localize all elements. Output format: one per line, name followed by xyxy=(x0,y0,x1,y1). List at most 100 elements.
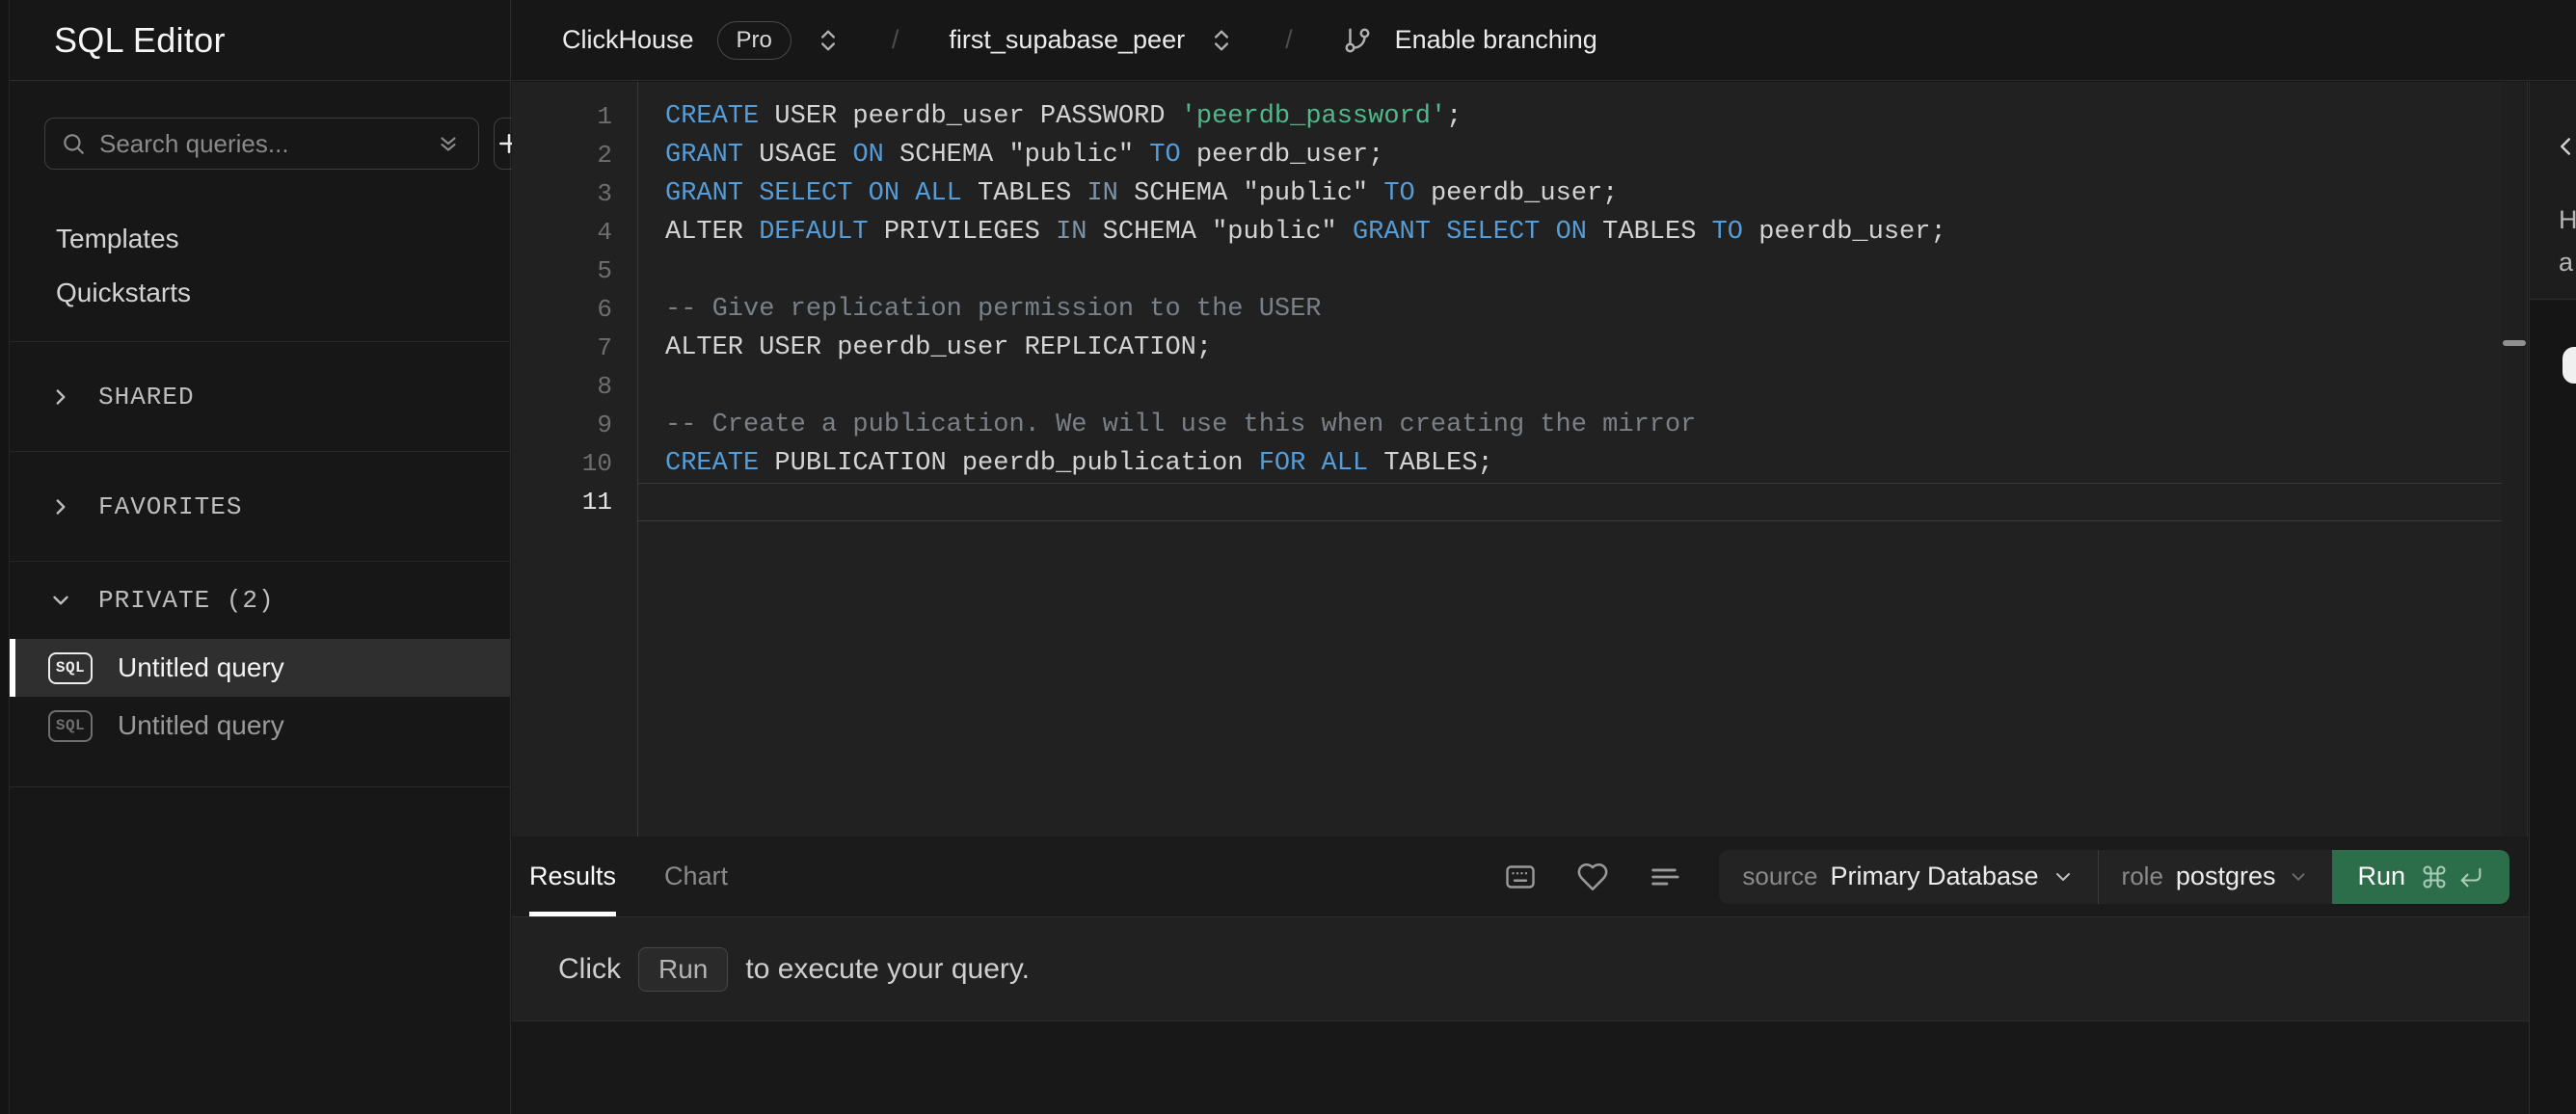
section-label: PRIVATE (2) xyxy=(98,586,275,615)
source-select[interactable]: source Primary Database xyxy=(1719,849,2098,904)
line-number: 4 xyxy=(597,218,612,247)
code-token: ON xyxy=(1555,218,1587,247)
query-list-item[interactable]: SQL Untitled query xyxy=(10,697,510,755)
role-label: role xyxy=(2121,862,2163,890)
run-keycap: Run xyxy=(638,946,729,992)
chevron-down-icon xyxy=(2288,866,2309,888)
sidebar-section: PRIVATE (2) SQL Untitled query SQL Untitled … xyxy=(10,561,510,787)
connection-name[interactable]: first_supabase_peer xyxy=(949,25,1185,55)
code-token: GRANT xyxy=(665,179,744,208)
chevron-left-icon[interactable] xyxy=(2551,132,2576,161)
favorite-heart-icon[interactable] xyxy=(1576,861,1609,893)
search-box[interactable] xyxy=(44,118,479,170)
code-token: FOR xyxy=(1258,449,1306,478)
code-token: SELECT xyxy=(1446,218,1541,247)
run-controls: source Primary Database role postgres Ru… xyxy=(1719,849,2509,904)
code-area[interactable]: CREATE USER peerdb_user PASSWORD 'peerdb… xyxy=(637,82,2502,836)
sql-editor-app: SQL Editor Templ xyxy=(0,0,2576,1114)
enter-key-icon xyxy=(2457,863,2484,890)
code-token: -- Create a publication. We will use thi… xyxy=(665,411,1697,439)
truncated-text: a xyxy=(2559,248,2574,277)
run-button[interactable]: Run xyxy=(2332,849,2509,904)
code-editor[interactable]: 1 2 3 4 5 6 7 8 9 10 11 CREATE USER peerdb_user PA… xyxy=(512,82,2502,836)
search-icon xyxy=(61,131,86,156)
section-header-favorites[interactable]: FAVORITES xyxy=(10,452,510,561)
sidebar-section: SHARED xyxy=(10,341,510,451)
code-line[interactable] xyxy=(638,367,2502,406)
chevron-up-down-icon[interactable] xyxy=(815,27,842,54)
code-token: ALTER xyxy=(665,218,760,247)
line-number: 10 xyxy=(581,449,612,478)
code-token: USER peerdb_user PASSWORD xyxy=(759,102,1181,131)
code-line[interactable]: -- Create a publication. We will use thi… xyxy=(638,406,2502,444)
code-line[interactable] xyxy=(638,483,2502,521)
chevron-right-icon xyxy=(48,385,73,410)
code-token: TABLES xyxy=(1586,218,1712,247)
section-header-private[interactable]: PRIVATE (2) xyxy=(10,562,510,639)
line-number: 5 xyxy=(597,256,612,285)
line-number: 8 xyxy=(597,372,612,401)
line-number: 11 xyxy=(581,488,612,517)
tab-results[interactable]: Results xyxy=(529,836,617,916)
breadcrumb-separator: / xyxy=(891,25,899,54)
code-token: peerdb_user; xyxy=(1180,141,1384,170)
code-token: peerdb_user; xyxy=(1414,179,1619,208)
line-number: 6 xyxy=(597,295,612,324)
code-line[interactable] xyxy=(638,252,2502,290)
code-token: ALL xyxy=(1321,449,1369,478)
enable-branching-button[interactable]: Enable branching xyxy=(1395,25,1597,55)
code-line[interactable]: -- Give replication permission to the US… xyxy=(638,290,2502,329)
code-token: TABLES; xyxy=(1368,449,1493,478)
sidebar-links: Templates Quickstarts xyxy=(10,212,510,320)
right-panel-top: H a xyxy=(2530,82,2576,300)
service-name[interactable]: ClickHouse xyxy=(562,25,694,55)
git-branch-icon xyxy=(1343,26,1372,55)
chevrons-down-icon[interactable] xyxy=(436,131,461,156)
code-line[interactable]: ALTER USER peerdb_user REPLICATION; xyxy=(638,329,2502,367)
editor-scrollbar-thumb[interactable] xyxy=(2503,340,2526,346)
code-token: ON xyxy=(852,141,884,170)
right-side-panel: H a xyxy=(2529,82,2576,1114)
search-input[interactable] xyxy=(99,128,422,159)
code-line[interactable]: ALTER DEFAULT PRIVILEGES IN SCHEMA "publ… xyxy=(638,213,2502,252)
code-token: IN xyxy=(1087,179,1118,208)
results-tabs: Results Chart xyxy=(529,836,728,916)
query-log-icon[interactable] xyxy=(1648,861,1680,893)
sidebar-header: SQL Editor xyxy=(10,0,510,81)
tab-chart[interactable]: Chart xyxy=(664,836,728,916)
sql-file-icon: SQL xyxy=(48,709,93,742)
page-title: SQL Editor xyxy=(54,19,226,60)
code-token: DEFAULT xyxy=(759,218,869,247)
code-line[interactable]: GRANT SELECT ON ALL TABLES IN SCHEMA "pu… xyxy=(638,174,2502,213)
code-line[interactable]: CREATE USER peerdb_user PASSWORD 'peerdb… xyxy=(638,97,2502,136)
code-token: ALTER USER peerdb_user REPLICATION; xyxy=(665,333,1213,362)
left-edge-rail xyxy=(0,0,10,1114)
sidebar: SQL Editor Templ xyxy=(10,0,524,1114)
section-header-shared[interactable]: SHARED xyxy=(10,342,510,451)
code-line[interactable]: GRANT USAGE ON SCHEMA "public" TO peerdb… xyxy=(638,136,2502,174)
chevron-up-down-icon[interactable] xyxy=(1208,27,1235,54)
keyboard-shortcuts-icon[interactable] xyxy=(1503,860,1538,894)
query-list-item[interactable]: SQL Untitled query xyxy=(10,639,510,697)
code-token: CREATE xyxy=(665,102,760,131)
code-token: PUBLICATION peerdb_publication xyxy=(759,449,1259,478)
sidebar-link-quickstarts[interactable]: Quickstarts xyxy=(10,266,510,320)
toolbar-right: source Primary Database role postgres Ru… xyxy=(1503,836,2529,916)
results-toolbar: Results Chart source Primary Database ro… xyxy=(512,836,2529,917)
chevron-down-icon xyxy=(2052,865,2075,889)
sidebar-link-templates[interactable]: Templates xyxy=(10,212,510,266)
code-token: peerdb_user; xyxy=(1743,218,1946,247)
code-token: ; xyxy=(1446,102,1462,131)
run-button-label: Run xyxy=(2357,862,2405,890)
code-line[interactable]: CREATE PUBLICATION peerdb_publication FO… xyxy=(638,444,2502,483)
source-label: source xyxy=(1742,862,1818,890)
role-select[interactable]: role postgres xyxy=(2097,849,2333,904)
code-token: CREATE xyxy=(665,449,760,478)
sql-file-icon: SQL xyxy=(48,651,93,684)
truncated-button[interactable] xyxy=(2563,347,2576,384)
code-token: -- Give replication permission to the US… xyxy=(665,295,1322,324)
line-number: 9 xyxy=(597,411,612,439)
results-footer-area xyxy=(512,1021,2529,1113)
